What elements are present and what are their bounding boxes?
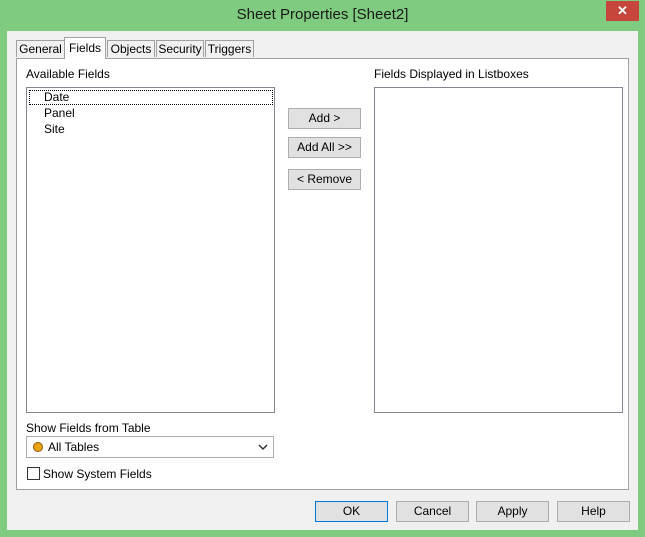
title-bar[interactable]: Sheet Properties [Sheet2] ✕ bbox=[0, 0, 645, 33]
displayed-fields-list[interactable] bbox=[374, 87, 623, 413]
tab-objects[interactable]: Objects bbox=[107, 40, 155, 57]
list-item-panel[interactable]: Panel bbox=[44, 106, 75, 121]
close-icon: ✕ bbox=[617, 3, 628, 18]
dialog-client: General Fields Objects Security Triggers… bbox=[7, 31, 638, 530]
add-all-button[interactable]: Add All >> bbox=[288, 137, 361, 158]
list-item-site[interactable]: Site bbox=[44, 122, 65, 137]
ok-button[interactable]: OK bbox=[315, 501, 388, 522]
add-button[interactable]: Add > bbox=[288, 108, 361, 129]
apply-button[interactable]: Apply bbox=[476, 501, 549, 522]
system-fields-label: Show System Fields bbox=[43, 467, 152, 481]
show-from-table-label: Show Fields from Table bbox=[26, 421, 151, 435]
dialog-window: Sheet Properties [Sheet2] ✕ General Fiel… bbox=[0, 0, 645, 537]
table-select[interactable]: All Tables bbox=[26, 436, 274, 458]
available-fields-label: Available Fields bbox=[26, 67, 110, 81]
table-status-icon bbox=[33, 442, 43, 452]
remove-button[interactable]: < Remove bbox=[288, 169, 361, 190]
available-fields-list[interactable]: Date Panel Site bbox=[26, 87, 275, 413]
tab-security[interactable]: Security bbox=[156, 40, 204, 57]
help-button[interactable]: Help bbox=[557, 501, 630, 522]
tab-triggers[interactable]: Triggers bbox=[205, 40, 254, 57]
table-select-value: All Tables bbox=[48, 440, 100, 454]
system-fields-checkbox[interactable] bbox=[27, 467, 40, 480]
displayed-fields-label: Fields Displayed in Listboxes bbox=[374, 67, 529, 81]
tab-fields[interactable]: Fields bbox=[64, 37, 106, 59]
tab-general[interactable]: General bbox=[16, 40, 65, 57]
chevron-down-icon bbox=[258, 444, 268, 451]
window-title: Sheet Properties [Sheet2] bbox=[236, 6, 409, 23]
cancel-button[interactable]: Cancel bbox=[396, 501, 469, 522]
close-button[interactable]: ✕ bbox=[606, 1, 639, 21]
fields-tab-panel: Available Fields Date Panel Site Add > A… bbox=[16, 58, 629, 490]
list-item-date[interactable]: Date bbox=[29, 90, 273, 105]
